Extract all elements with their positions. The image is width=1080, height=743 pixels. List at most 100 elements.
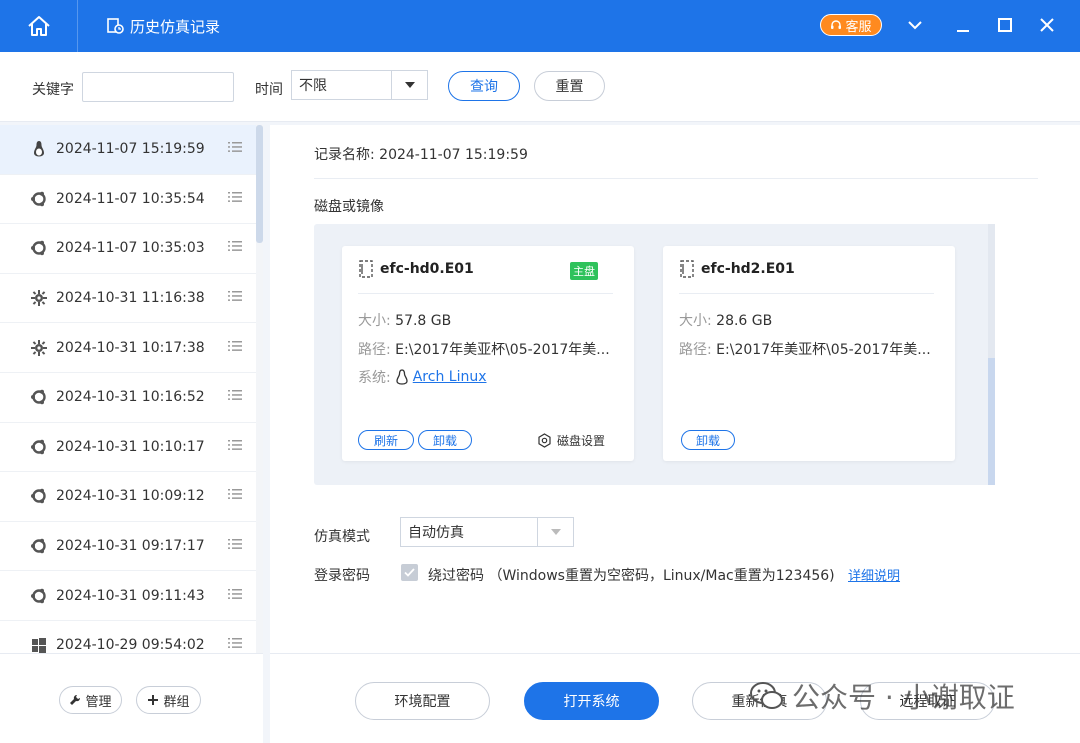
headset-icon xyxy=(831,20,842,29)
close-button[interactable] xyxy=(1032,10,1062,40)
record-name-label: 记录名称: xyxy=(314,147,375,163)
disk-card[interactable]: efc-hd2.E01 大小: 28.6 GB 路径: E:\2017年美亚杯\… xyxy=(663,246,955,461)
unmount-button[interactable]: 卸载 xyxy=(681,430,735,450)
disk-path-label: 路径: xyxy=(679,342,712,358)
home-button[interactable] xyxy=(0,0,78,52)
customer-service-label: 客服 xyxy=(845,19,872,35)
list-menu-icon[interactable] xyxy=(228,538,242,554)
disk-system: 系统: Arch Linux xyxy=(358,367,487,387)
list-menu-icon[interactable] xyxy=(228,439,242,455)
disk-path: 路径: E:\2017年美亚杯\05-2017年美... xyxy=(358,339,610,359)
customer-service-button[interactable]: 客服 xyxy=(820,14,882,36)
ubuntu-icon xyxy=(29,387,49,407)
disk-size-label: 大小: xyxy=(358,313,391,329)
group-label: 群组 xyxy=(163,694,190,710)
remote-forensics-button[interactable]: 远程取证 xyxy=(860,682,995,720)
unmount-button[interactable]: 卸载 xyxy=(418,430,472,450)
record-time: 2024-11-07 15:19:59 xyxy=(56,141,205,158)
keyword-input[interactable] xyxy=(82,72,234,102)
disk-path-value: E:\2017年美亚杯\05-2017年美... xyxy=(395,342,610,358)
record-list-item[interactable]: 2024-10-31 10:09:12 xyxy=(0,472,256,522)
disk-settings-label: 磁盘设置 xyxy=(557,434,606,448)
list-menu-icon[interactable] xyxy=(228,240,242,256)
search-bar: 关键字 时间 不限 查询 重置 xyxy=(0,52,1080,122)
record-list-scroll-thumb[interactable] xyxy=(256,125,263,243)
disk-size-value: 57.8 GB xyxy=(395,313,452,329)
record-list-scrollbar[interactable] xyxy=(256,125,263,653)
details-link[interactable]: 详细说明 xyxy=(848,565,900,584)
dropdown-arrow-icon[interactable] xyxy=(537,518,573,546)
disk-card[interactable]: efc-hd0.E01 主盘 大小: 57.8 GB 路径: E:\2017年美… xyxy=(342,246,634,461)
list-menu-icon[interactable] xyxy=(228,340,242,356)
reset-button[interactable]: 重置 xyxy=(534,71,605,101)
linux-icon xyxy=(29,139,49,159)
list-menu-icon[interactable] xyxy=(228,141,242,157)
system-link[interactable]: Arch Linux xyxy=(413,369,487,385)
record-time: 2024-10-31 10:09:12 xyxy=(56,488,205,505)
record-name: 记录名称: 2024-11-07 15:19:59 xyxy=(314,144,528,164)
group-button[interactable]: 群组 xyxy=(136,686,201,714)
disk-image-icon xyxy=(359,260,373,278)
record-sidebar: 2024-11-07 15:19:59 2024-11-07 10:35:54 20… xyxy=(0,125,263,743)
record-name-value: 2024-11-07 15:19:59 xyxy=(379,147,528,163)
record-list-item[interactable]: 2024-10-31 10:10:17 xyxy=(0,423,256,473)
hexagon-settings-icon xyxy=(538,433,551,448)
record-list-item[interactable]: 2024-10-31 09:17:17 xyxy=(0,522,256,572)
gear-os-icon xyxy=(29,288,49,308)
windows-icon xyxy=(29,635,49,653)
close-icon xyxy=(1040,18,1054,32)
list-menu-icon[interactable] xyxy=(228,389,242,405)
ubuntu-icon xyxy=(29,189,49,209)
sidebar-footer: 管理 群组 xyxy=(0,653,263,743)
time-select[interactable]: 不限 xyxy=(291,70,428,100)
disk-list-scroll-thumb[interactable] xyxy=(988,358,995,485)
record-list-item[interactable]: 2024-10-31 10:16:52 xyxy=(0,373,256,423)
list-menu-icon[interactable] xyxy=(228,637,242,653)
record-time: 2024-10-31 10:17:38 xyxy=(56,339,205,356)
disk-size: 大小: 57.8 GB xyxy=(358,310,451,330)
disk-divider xyxy=(358,293,613,294)
emulation-mode-select[interactable]: 自动仿真 xyxy=(400,517,574,547)
disk-size: 大小: 28.6 GB xyxy=(679,310,772,330)
divider xyxy=(314,178,1038,179)
refresh-button[interactable]: 刷新 xyxy=(358,430,414,450)
history-icon xyxy=(107,18,124,34)
open-system-button[interactable]: 打开系统 xyxy=(524,682,659,720)
disk-path-value: E:\2017年美亚杯\05-2017年美... xyxy=(716,342,931,358)
linux-icon xyxy=(396,369,408,385)
dropdown-menu-button[interactable] xyxy=(900,10,930,40)
ubuntu-icon xyxy=(29,586,49,606)
record-time: 2024-10-29 09:54:02 xyxy=(56,637,205,653)
disk-list-scrollbar[interactable] xyxy=(988,224,995,485)
disk-name: efc-hd0.E01 xyxy=(380,261,474,277)
list-menu-icon[interactable] xyxy=(228,191,242,207)
home-icon xyxy=(27,16,50,36)
disk-size-label: 大小: xyxy=(679,313,712,329)
record-list-item[interactable]: 2024-11-07 15:19:59 xyxy=(0,125,256,175)
environment-config-button[interactable]: 环境配置 xyxy=(355,682,490,720)
re-emulate-button[interactable]: 重新仿真 xyxy=(692,682,827,720)
record-list-item[interactable]: 2024-11-07 10:35:54 xyxy=(0,175,256,225)
list-menu-icon[interactable] xyxy=(228,290,242,306)
list-menu-icon[interactable] xyxy=(228,488,242,504)
query-button[interactable]: 查询 xyxy=(448,71,520,101)
manage-button[interactable]: 管理 xyxy=(59,686,122,714)
record-list-item[interactable]: 2024-10-31 10:17:38 xyxy=(0,323,256,373)
list-menu-icon[interactable] xyxy=(228,588,242,604)
keyword-label: 关键字 xyxy=(32,82,74,98)
disk-system-label: 系统: xyxy=(358,370,391,386)
disk-header: efc-hd0.E01 xyxy=(358,259,474,279)
record-time: 2024-11-07 10:35:54 xyxy=(56,190,205,207)
record-list-item[interactable]: 2024-10-29 09:54:02 xyxy=(0,621,256,653)
maximize-button[interactable] xyxy=(990,10,1020,40)
record-list-item[interactable]: 2024-11-07 10:35:03 xyxy=(0,224,256,274)
ubuntu-icon xyxy=(29,238,49,258)
record-list-item[interactable]: 2024-10-31 09:11:43 xyxy=(0,571,256,621)
minimize-button[interactable] xyxy=(948,10,978,40)
record-list-item[interactable]: 2024-10-31 11:16:38 xyxy=(0,274,256,324)
disk-settings-button[interactable]: 磁盘设置 xyxy=(537,432,605,449)
disk-list: efc-hd0.E01 主盘 大小: 57.8 GB 路径: E:\2017年美… xyxy=(314,224,995,485)
bypass-password-checkbox[interactable] xyxy=(401,564,418,581)
record-detail-panel: 记录名称: 2024-11-07 15:19:59 磁盘或镜像 efc-hd0.… xyxy=(270,125,1080,743)
dropdown-arrow-icon[interactable] xyxy=(391,71,427,99)
